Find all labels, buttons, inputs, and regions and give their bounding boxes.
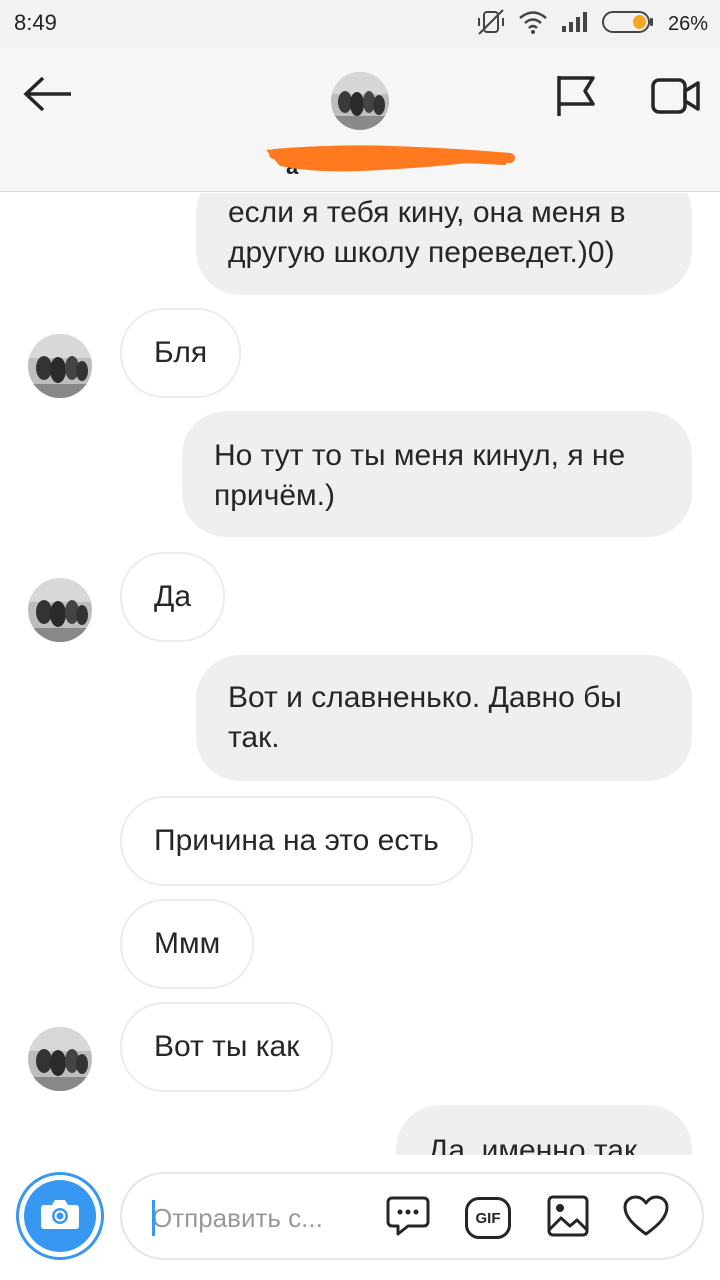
message-bubble-received[interactable]: Ммм (120, 899, 255, 989)
like-button[interactable] (622, 1194, 670, 1242)
sticker-button[interactable] (384, 1194, 432, 1242)
avatar[interactable] (28, 1027, 92, 1091)
gallery-icon (546, 1194, 590, 1243)
avatar[interactable] (28, 578, 92, 642)
heart-icon (622, 1194, 670, 1243)
mute-vibrate-icon (476, 8, 506, 41)
message-input[interactable] (152, 1198, 352, 1238)
message-text: Бля (154, 336, 208, 369)
camera-icon (40, 1197, 80, 1236)
gif-icon: GIF (465, 1197, 511, 1239)
flag-icon (555, 74, 597, 123)
message-text: если я тебя кину, она меня в другую школ… (228, 196, 626, 269)
message-composer: GIF (0, 1155, 720, 1280)
contact-avatar[interactable] (331, 72, 389, 130)
camera-button-inner (24, 1180, 96, 1252)
status-bar: 8:49 26% (0, 0, 720, 48)
message-bubble-sent[interactable]: Да, именно так (396, 1105, 692, 1155)
text-caret (152, 1200, 155, 1236)
avatar[interactable] (28, 334, 92, 398)
back-arrow-icon (23, 76, 73, 117)
video-call-button[interactable] (646, 72, 706, 124)
wifi-icon (518, 10, 548, 39)
status-icons: 26% (476, 8, 708, 40)
camera-button[interactable] (16, 1172, 104, 1260)
message-text: Ммм (154, 927, 221, 960)
message-text: Да, именно так (428, 1134, 638, 1155)
message-text: Но тут то ты меня кинул, я не причём.) (214, 439, 626, 512)
message-text: Да (154, 580, 192, 613)
back-button[interactable] (18, 72, 78, 120)
message-bubble-sent[interactable]: Вот и славненько. Давно бы так. (196, 655, 692, 781)
message-input-container[interactable]: GIF (120, 1172, 704, 1260)
message-bubble-received[interactable]: Вот ты как (120, 1002, 334, 1092)
flag-button[interactable] (548, 72, 604, 124)
gif-button[interactable]: GIF (464, 1194, 512, 1242)
chat-header: а (0, 48, 720, 192)
video-camera-icon (651, 76, 701, 121)
message-bubble-received[interactable]: Причина на это есть (120, 796, 473, 886)
status-time: 8:49 (14, 10, 57, 35)
message-text: Вот ты как (154, 1030, 300, 1063)
battery-icon (601, 10, 654, 39)
message-bubble-received[interactable]: Да (120, 552, 226, 642)
message-bubble-received[interactable]: Бля (120, 308, 242, 398)
message-bubble-sent[interactable]: если я тебя кину, она меня в другую школ… (196, 193, 692, 295)
sticker-icon (386, 1194, 430, 1243)
message-bubble-sent[interactable]: Но тут то ты меня кинул, я не причём.) (182, 411, 692, 537)
gallery-button[interactable] (544, 1194, 592, 1242)
contact-name-redacted[interactable]: а (260, 140, 520, 184)
battery-percent: 26% (667, 12, 708, 35)
message-text: Причина на это есть (154, 824, 439, 857)
message-list[interactable]: если я тебя кину, она меня в другую школ… (0, 193, 720, 1155)
signal-icon (560, 10, 590, 39)
message-text: Вот и славненько. Давно бы так. (228, 681, 622, 754)
